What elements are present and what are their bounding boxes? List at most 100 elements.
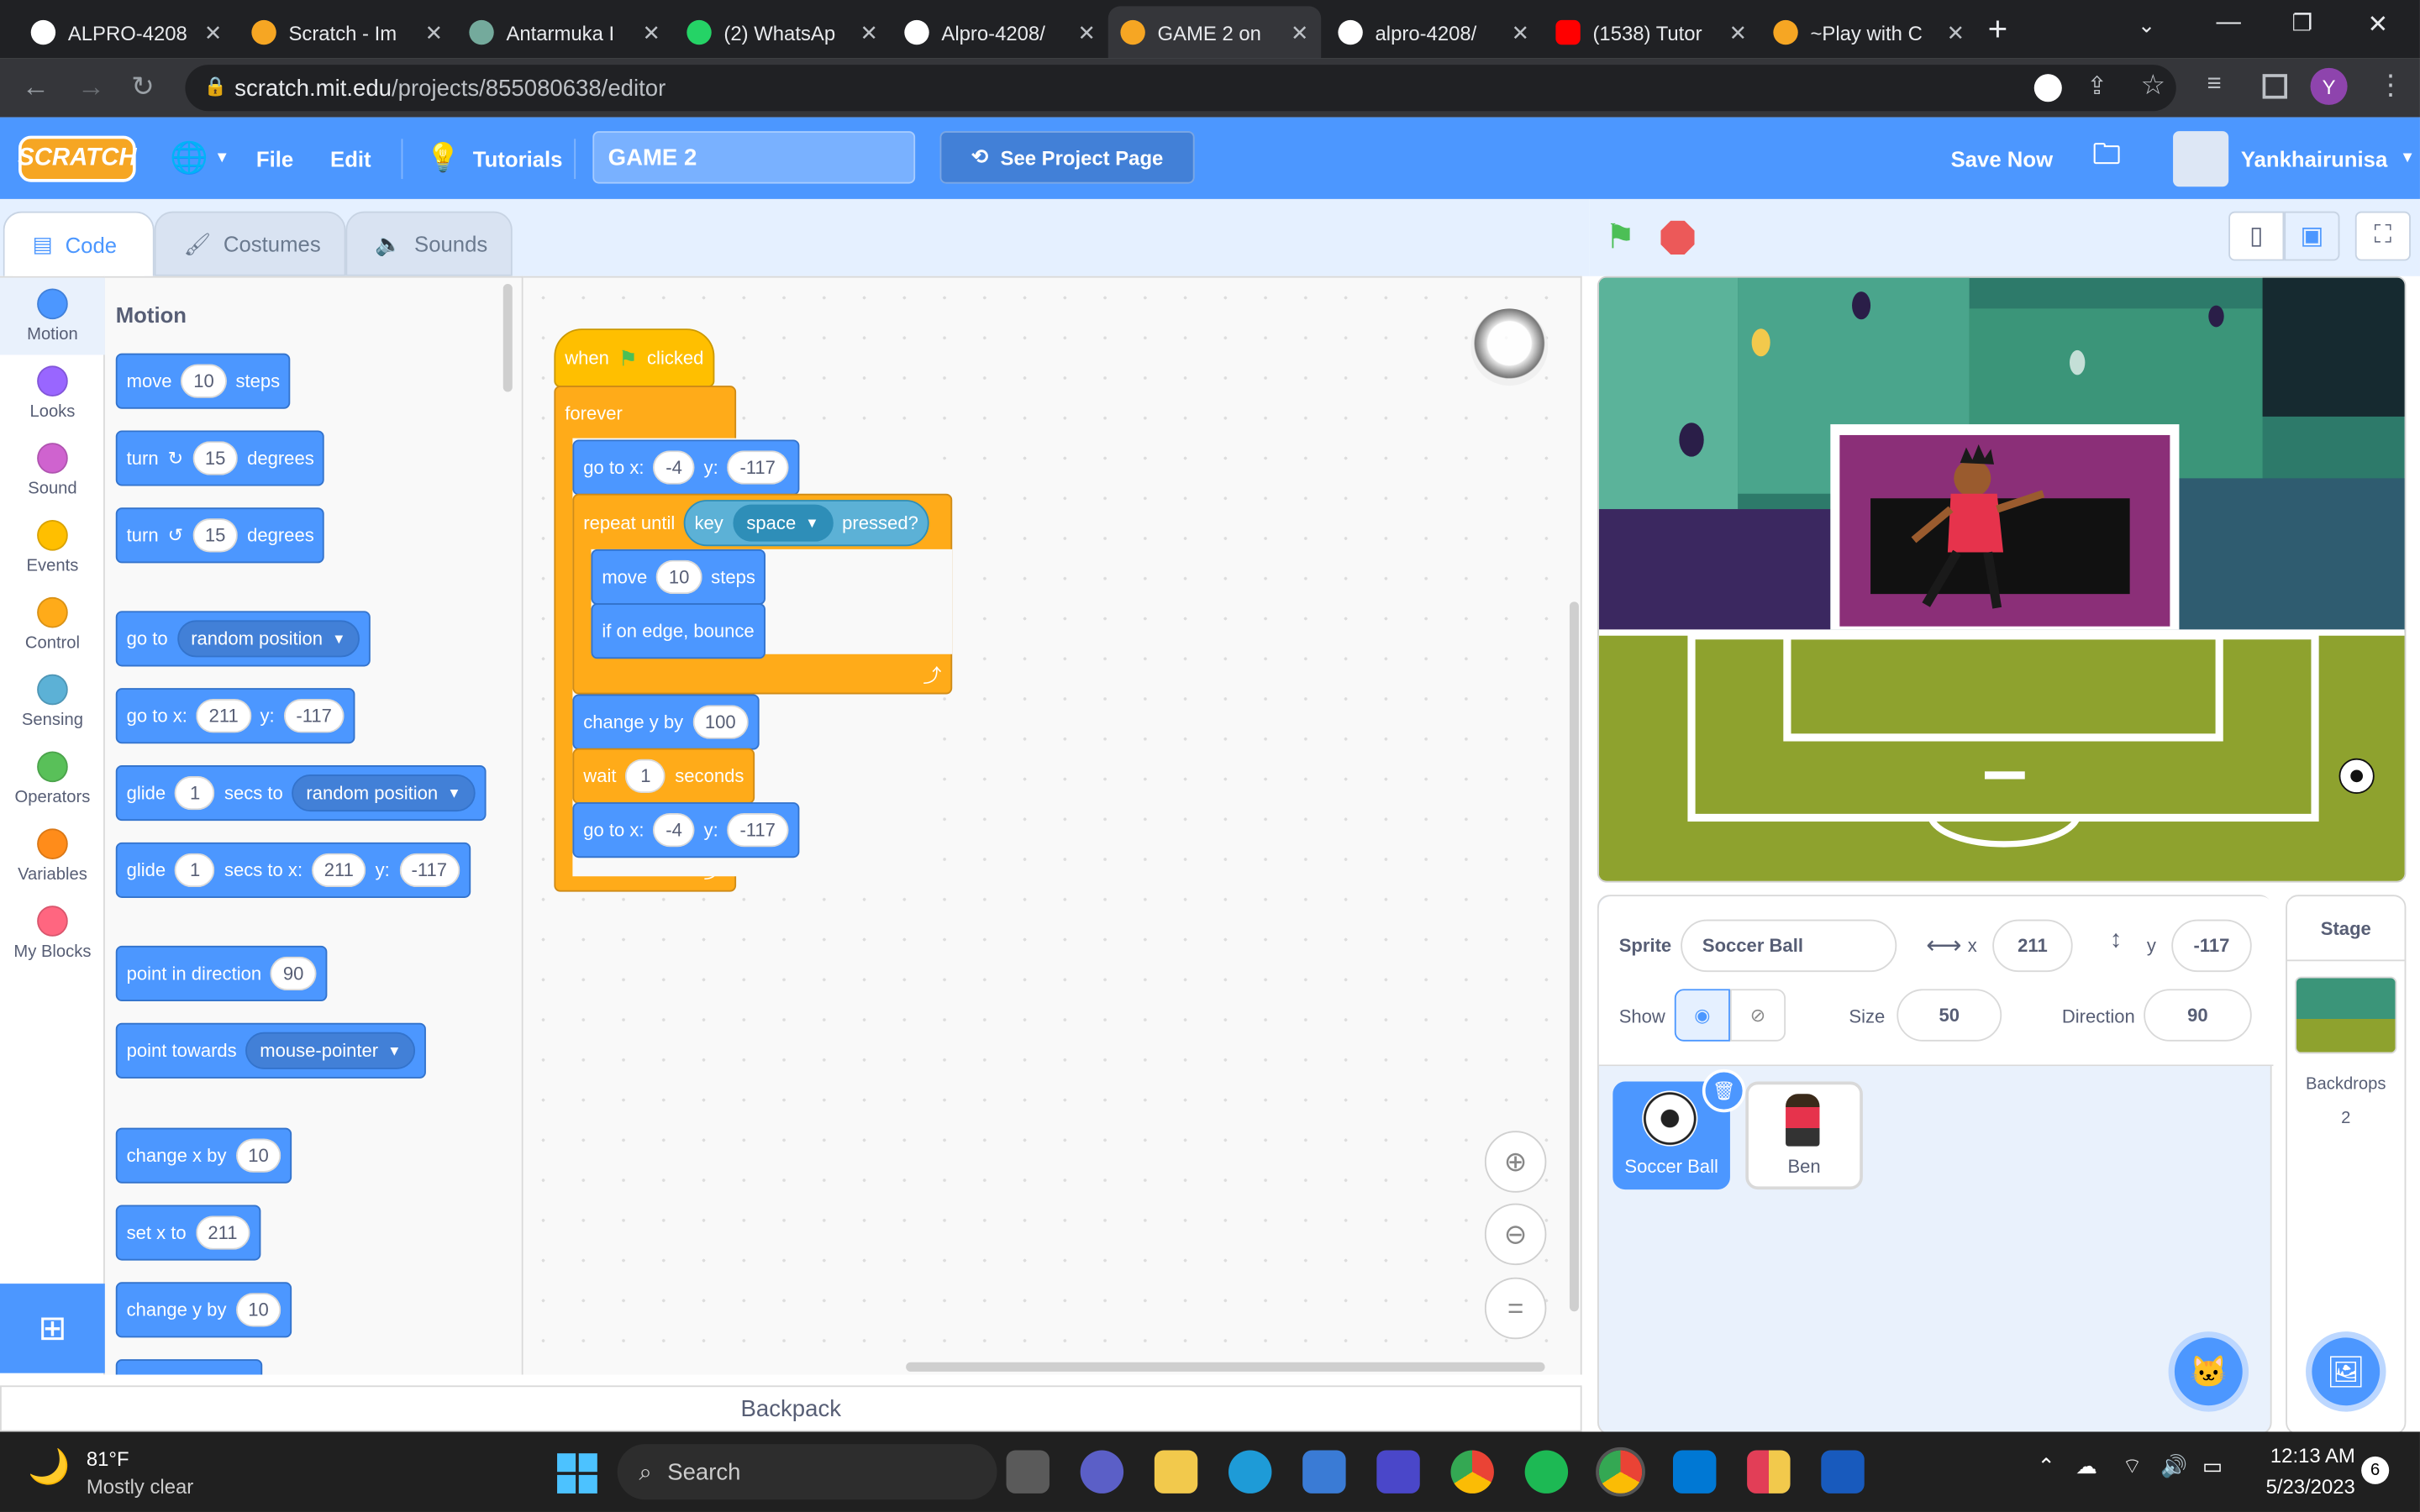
zoom-reset-icon[interactable]: = (1484, 1277, 1547, 1340)
weather-temp[interactable]: 81°F (87, 1447, 129, 1471)
block-move-steps[interactable]: move 10 steps (591, 549, 766, 605)
file-menu[interactable]: File (256, 118, 293, 199)
category-control[interactable]: Control (0, 586, 105, 664)
direction-input[interactable]: 90 (2144, 989, 2252, 1042)
close-window-button[interactable]: ✕ (2367, 9, 2388, 40)
teams-icon[interactable] (1080, 1450, 1124, 1494)
save-now-button[interactable]: Save Now (1951, 118, 2053, 199)
category-events[interactable]: Events (0, 509, 105, 586)
edge-icon[interactable] (1228, 1450, 1272, 1494)
block-wait[interactable]: wait 1 seconds (572, 748, 755, 804)
choose-backdrop-button[interactable]: 🖼 (2306, 1331, 2386, 1412)
browser-tab[interactable]: (2) WhatsAp ✕ (675, 6, 891, 58)
block-point-direction[interactable]: point in direction 90 (115, 945, 327, 1002)
scratch-logo[interactable]: SCRATCH (18, 135, 137, 182)
stage-selector[interactable]: Stage Backdrops 2 🖼 (2286, 895, 2407, 1436)
block-bounce[interactable]: if on edge, bounce (591, 603, 765, 659)
new-tab-button[interactable]: + (1988, 9, 2008, 50)
close-tab-icon[interactable]: ✕ (1947, 19, 1965, 45)
volume-icon[interactable]: 🔊 (2160, 1453, 2187, 1479)
account-menu[interactable]: Yankhairunisa ▼ (2173, 118, 2415, 199)
browser-tab[interactable]: Antarmuka I ✕ (457, 6, 673, 58)
profile-avatar[interactable]: Y (2310, 67, 2348, 105)
close-tab-icon[interactable]: ✕ (425, 19, 444, 45)
sprite-name-input[interactable]: Soccer Ball (1681, 919, 1897, 973)
block-glide-to[interactable]: glide 1 secs to random position ▼ (115, 765, 486, 822)
block-key-pressed[interactable]: key space ▼ pressed? (683, 500, 929, 547)
block-partial[interactable] (115, 1359, 263, 1375)
edit-menu[interactable]: Edit (330, 118, 371, 199)
block-point-towards[interactable]: point towards mouse-pointer ▼ (115, 1022, 426, 1079)
close-tab-icon[interactable]: ✕ (1291, 19, 1309, 45)
chrome-icon[interactable] (1450, 1450, 1494, 1494)
project-title-input[interactable]: GAME 2 (592, 131, 916, 184)
backpack-bar[interactable]: Backpack (0, 1385, 1582, 1432)
size-input[interactable]: 50 (1897, 989, 2002, 1042)
close-tab-icon[interactable]: ✕ (643, 19, 661, 45)
my-stuff-folder-icon[interactable]: 🗀 (2093, 118, 2121, 199)
category-operators[interactable]: Operators (0, 741, 105, 818)
close-tab-icon[interactable]: ✕ (860, 19, 879, 45)
script-area[interactable]: when⚑clicked forever ⤴ go to x:-4y:-117 … (523, 276, 1582, 1375)
browser-tab[interactable]: Alpro-4208/✕ (892, 6, 1108, 58)
zoom-out-icon[interactable]: ⊖ (1484, 1203, 1547, 1266)
word-icon[interactable] (1821, 1450, 1865, 1494)
block-go-to-xy[interactable]: go to x: -4 y: -117 (572, 802, 799, 858)
block-change-y[interactable]: change y by 10 (115, 1282, 292, 1338)
minimize-button[interactable]: — (2217, 9, 2241, 37)
small-stage-icon[interactable]: ▯ (2228, 211, 2285, 261)
category-motion[interactable]: Motion (0, 277, 105, 355)
zoom-in-icon[interactable]: ⊕ (1484, 1131, 1547, 1193)
close-tab-icon[interactable]: ✕ (204, 19, 223, 45)
chrome-profile-icon[interactable] (1596, 1446, 1645, 1497)
browser-tab[interactable]: (1538) Tutor ✕ (1544, 6, 1760, 58)
block-move-steps[interactable]: move 10 steps (115, 353, 292, 409)
category-sensing[interactable]: Sensing (0, 664, 105, 741)
backdrop-thumbnail[interactable] (2295, 976, 2397, 1054)
block-go-to-xy[interactable]: go to x: -4 y: -117 (572, 439, 799, 496)
windows-start-icon[interactable] (557, 1453, 597, 1494)
script-horizontal-scrollbar[interactable] (906, 1362, 1545, 1372)
browser-tab[interactable]: ~Play with C ✕ (1761, 6, 1977, 58)
block-go-to-xy[interactable]: go to x: 211 y: -117 (115, 688, 355, 744)
app-grid-icon[interactable] (1747, 1450, 1791, 1494)
file-explorer-icon[interactable] (1154, 1450, 1198, 1494)
close-tab-icon[interactable]: ✕ (1078, 19, 1097, 45)
kebab-menu-icon[interactable]: ⋮ (2377, 70, 2405, 102)
address-bar[interactable]: 🔒 scratch.mit.edu/projects/855080638/edi… (185, 65, 2176, 112)
language-globe-icon[interactable]: 🌐 ▼ (170, 118, 229, 199)
browser-tab-active[interactable]: GAME 2 on ✕ (1107, 6, 1322, 59)
block-set-x[interactable]: set x to 211 (115, 1205, 261, 1261)
cloud-icon[interactable]: ☁ (2075, 1453, 2097, 1479)
tab-sounds[interactable]: 🔈 Sounds (345, 211, 513, 276)
category-looks[interactable]: Looks (0, 354, 105, 432)
see-project-page-button[interactable]: ⟲ See Project Page (939, 131, 1195, 184)
browser-tab[interactable]: alpro-4208/✕ (1326, 6, 1542, 58)
spotify-icon[interactable] (1524, 1450, 1569, 1494)
block-change-y[interactable]: change y by 100 (572, 694, 760, 750)
block-go-to[interactable]: go to random position ▼ (115, 611, 371, 667)
vscode-icon[interactable] (1672, 1450, 1717, 1494)
green-flag-icon[interactable]: ⚑ (1605, 218, 1635, 258)
x-position-input[interactable]: 211 (1992, 919, 2073, 973)
task-view-icon[interactable] (1006, 1450, 1050, 1494)
reload-icon[interactable]: ↻ (131, 71, 155, 103)
app-icon[interactable] (1376, 1450, 1420, 1494)
battery-icon[interactable]: ▭ (2202, 1453, 2223, 1479)
delete-sprite-icon[interactable]: 🗑 (1702, 1068, 1746, 1113)
choose-sprite-button[interactable]: 🐱 (2168, 1331, 2249, 1412)
large-stage-icon[interactable]: ▣ (2284, 211, 2340, 261)
restore-button[interactable]: ❐ (2291, 9, 2312, 37)
share-icon[interactable]: ⇪ (2086, 71, 2107, 102)
weather-moon-icon[interactable]: 🌙 (28, 1447, 70, 1488)
category-sound[interactable]: Sound (0, 432, 105, 509)
hide-eye-icon[interactable]: ⊘ (1729, 989, 1786, 1042)
stage-canvas[interactable] (1597, 276, 2407, 883)
close-tab-icon[interactable]: ✕ (1729, 19, 1748, 45)
tab-code[interactable]: ▤ Code (3, 211, 155, 276)
back-arrow-icon[interactable]: ← (22, 71, 50, 103)
script-vertical-scrollbar[interactable] (1569, 601, 1579, 1312)
y-position-input[interactable]: -117 (2171, 919, 2252, 973)
forward-arrow-icon[interactable]: → (77, 71, 105, 103)
wifi-icon[interactable]: ⌔ (2122, 1453, 2142, 1481)
